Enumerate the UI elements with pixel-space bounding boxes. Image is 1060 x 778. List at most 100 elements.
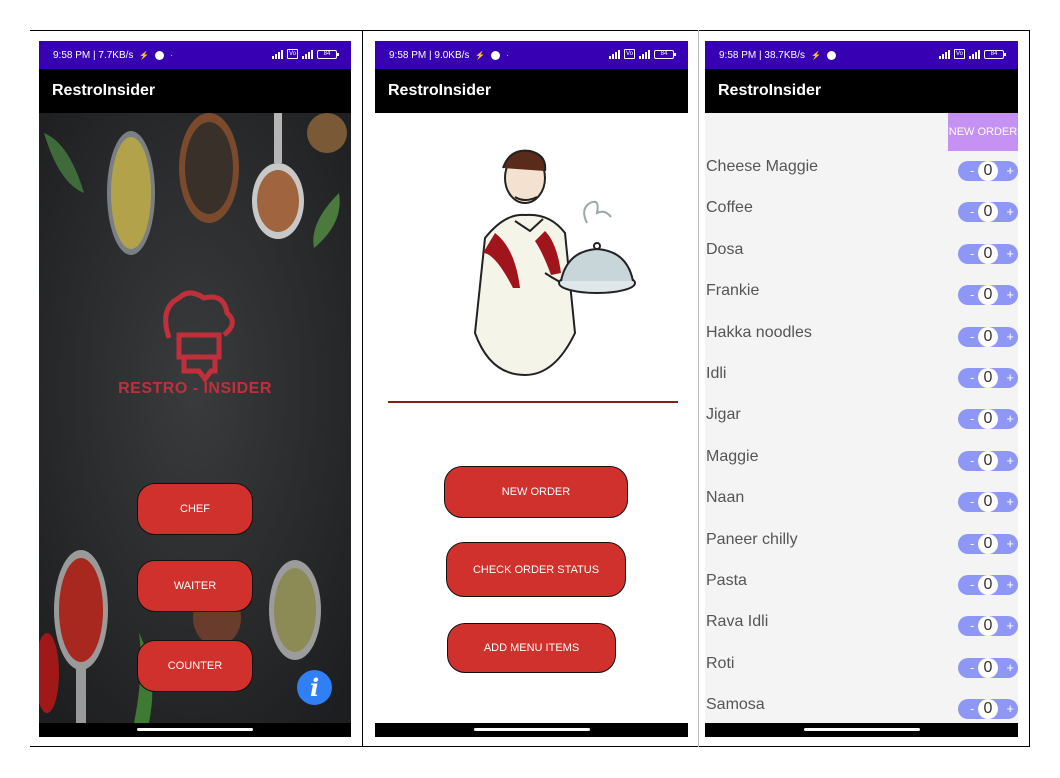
waiter-button[interactable]: WAITER: [137, 560, 253, 612]
brand-wordmark: RESTRO - INSIDER: [118, 380, 272, 397]
nav-bar: [39, 723, 351, 737]
menu-item-name: Maggie: [706, 447, 759, 465]
status-right: Vo 84: [271, 49, 339, 59]
status-bar: 9:58 PM | 9.0KB/s ⚡ · Vo 84: [375, 41, 688, 69]
quantity-stepper[interactable]: -0 +: [958, 243, 1018, 264]
new-order-button[interactable]: NEW ORDER: [444, 466, 628, 518]
quantity-stepper[interactable]: -0 +: [958, 409, 1018, 430]
quantity-stepper[interactable]: -0 +: [958, 285, 1018, 306]
vpn-icon: ⚡: [475, 50, 486, 60]
quantity-value: 0: [978, 575, 998, 595]
decrement-button[interactable]: -: [970, 369, 974, 387]
menu-item-row: Dosa -0 +: [705, 236, 1018, 277]
quantity-stepper[interactable]: -0 +: [958, 699, 1018, 720]
volte-icon: Vo: [623, 49, 635, 59]
quantity-value: 0: [978, 285, 998, 306]
quantity-value: 0: [978, 657, 998, 678]
quantity-stepper[interactable]: -0 +: [958, 368, 1018, 388]
decrement-button[interactable]: -: [970, 493, 974, 511]
menu-item-name: Roti: [706, 654, 735, 672]
increment-button[interactable]: +: [1006, 203, 1014, 221]
battery-icon: 84: [654, 49, 676, 59]
menu-item-row: Naan -0 +: [705, 484, 1018, 525]
quantity-value: 0: [978, 492, 998, 513]
decrement-button[interactable]: -: [970, 452, 974, 470]
increment-button[interactable]: +: [1006, 369, 1014, 387]
menu-item-name: Cheese Maggie: [706, 158, 819, 175]
quantity-value: 0: [978, 326, 998, 347]
quantity-stepper[interactable]: -0 +: [958, 450, 1018, 471]
quantity-stepper[interactable]: -0 +: [958, 202, 1018, 223]
decrement-button[interactable]: -: [970, 617, 974, 635]
new-order-button[interactable]: NEW ORDER: [948, 113, 1018, 151]
quantity-stepper[interactable]: -0 +: [958, 533, 1018, 554]
volte-icon: Vo: [286, 49, 298, 59]
menu-item-row: Idli -0 +: [705, 360, 1018, 401]
menu-item-row: Hakka noodles -0 +: [705, 319, 1018, 360]
app-bar-title: RestroInsider: [39, 69, 351, 113]
menu-item-name: Naan: [706, 489, 745, 507]
status-time: 9:58 PM | 38.7KB/s: [719, 49, 805, 61]
quantity-stepper[interactable]: -0 +: [958, 161, 1018, 181]
increment-button[interactable]: +: [1006, 617, 1014, 635]
increment-button[interactable]: +: [1006, 493, 1014, 511]
home-screen: 9:58 PM | 7.7KB/s ⚡ · Vo 84 RestroInside…: [39, 41, 351, 737]
quantity-stepper[interactable]: -0 +: [958, 492, 1018, 513]
decrement-button[interactable]: -: [970, 659, 974, 677]
decrement-button[interactable]: -: [970, 576, 974, 594]
increment-button[interactable]: +: [1006, 535, 1014, 553]
quantity-value: 0: [978, 161, 998, 181]
decrement-button[interactable]: -: [970, 286, 974, 304]
quantity-value: 0: [978, 409, 998, 430]
menu-item-row: Paneer chilly -0 +: [705, 526, 1018, 567]
increment-button[interactable]: +: [1006, 576, 1014, 594]
vpn-icon: ⚡: [139, 50, 150, 60]
battery-icon: 84: [984, 49, 1006, 59]
menu-item-row: Rava Idli -0 +: [705, 608, 1018, 649]
increment-button[interactable]: +: [1006, 452, 1014, 470]
menu-item-name: Paneer chilly: [706, 530, 798, 548]
increment-button[interactable]: +: [1006, 328, 1014, 346]
home-gesture-bar[interactable]: [473, 728, 590, 731]
increment-button[interactable]: +: [1006, 286, 1014, 304]
quantity-stepper[interactable]: -0 +: [958, 657, 1018, 678]
decrement-button[interactable]: -: [970, 162, 974, 180]
increment-button[interactable]: +: [1006, 410, 1014, 428]
quantity-value: 0: [978, 243, 998, 264]
waiter-illustration: [473, 149, 636, 377]
quantity-stepper[interactable]: -0 +: [958, 616, 1018, 637]
decrement-button[interactable]: -: [970, 535, 974, 553]
status-time: 9:58 PM | 7.7KB/s: [53, 49, 134, 61]
chef-button[interactable]: CHEF: [137, 483, 253, 535]
home-content: RESTRO - INSIDER CHEF WAITER COUNTER i: [39, 113, 351, 723]
app-bar-title: RestroInsider: [375, 69, 688, 113]
counter-button[interactable]: COUNTER: [137, 640, 253, 692]
increment-button[interactable]: +: [1006, 700, 1014, 718]
order-screen: 9:58 PM | 38.7KB/s ⚡ Vo 84 RestroInsider…: [705, 41, 1018, 737]
volte-icon: Vo: [953, 49, 965, 59]
quantity-stepper[interactable]: -0 +: [958, 575, 1018, 595]
decrement-button[interactable]: -: [970, 328, 974, 346]
quantity-value: 0: [978, 533, 998, 554]
signal-4g-icon: [969, 49, 980, 59]
home-gesture-bar[interactable]: [137, 728, 253, 731]
decrement-button[interactable]: -: [970, 700, 974, 718]
home-gesture-bar[interactable]: [803, 728, 920, 731]
menu-item-name: Pasta: [706, 572, 747, 589]
check-order-status-button[interactable]: CHECK ORDER STATUS: [446, 542, 626, 597]
menu-item-name: Samosa: [706, 696, 765, 714]
increment-button[interactable]: +: [1006, 245, 1014, 263]
increment-button[interactable]: +: [1006, 659, 1014, 677]
decrement-button[interactable]: -: [970, 245, 974, 263]
info-button[interactable]: i: [297, 670, 332, 705]
quantity-stepper[interactable]: -0 +: [958, 326, 1018, 347]
increment-button[interactable]: +: [1006, 162, 1014, 180]
add-menu-items-button[interactable]: ADD MENU ITEMS: [447, 623, 616, 673]
decrement-button[interactable]: -: [970, 203, 974, 221]
signal-icon: [608, 49, 620, 59]
menu-item-row: Jigar -0 +: [705, 401, 1018, 442]
nav-bar: [375, 723, 688, 737]
menu-item-name: Hakka noodles: [706, 323, 812, 341]
frame-bottom-line: [30, 746, 1030, 747]
decrement-button[interactable]: -: [970, 410, 974, 428]
